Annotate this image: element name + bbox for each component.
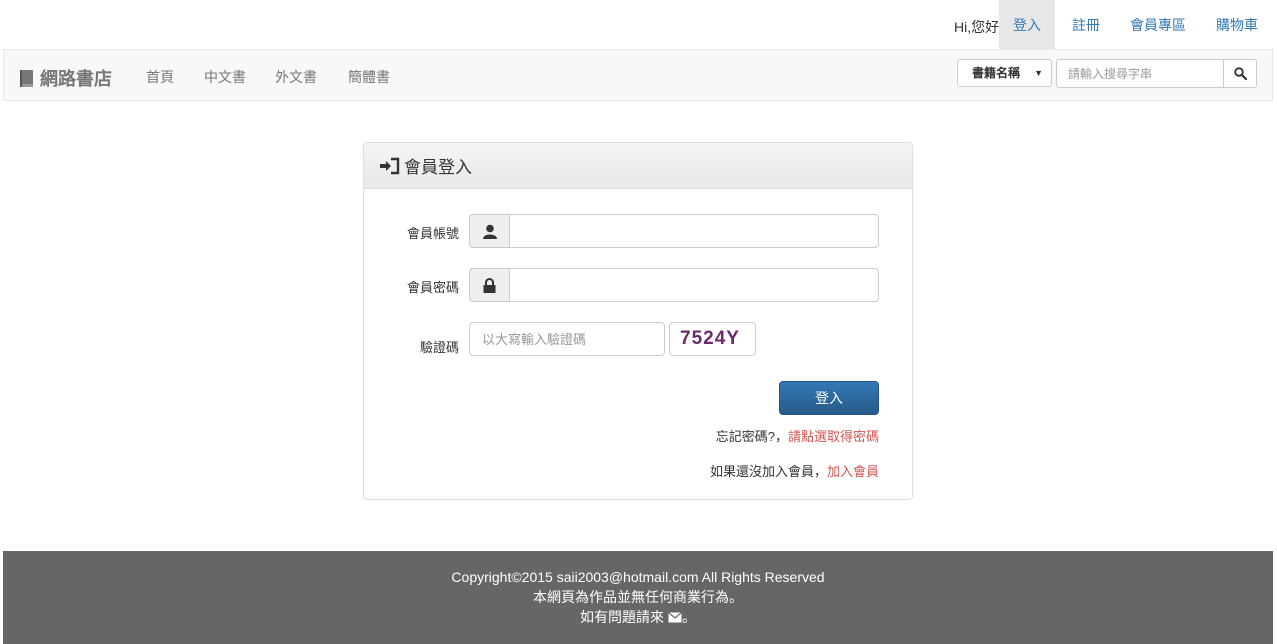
footer-contact: 如有問題請來 。	[3, 607, 1273, 627]
forgot-password-line: 忘記密碼?，請點選取得密碼	[716, 426, 879, 445]
main-navbar: 網路書店 首頁 中文書 外文書 簡體書 書籍名稱 ▼	[3, 49, 1273, 101]
join-member-line: 如果還沒加入會員，加入會員	[710, 461, 879, 480]
brand[interactable]: 網路書店	[20, 65, 112, 91]
footer-copyright: Copyright©2015 saii2003@hotmail.com All …	[451, 569, 825, 585]
password-input-group	[469, 268, 879, 302]
password-label: 會員密碼	[406, 280, 459, 295]
top-link-register[interactable]: 註冊	[1072, 0, 1100, 49]
password-addon	[469, 268, 509, 302]
search-input[interactable]	[1056, 59, 1224, 88]
nav-item-foreign-books[interactable]: 外文書	[275, 67, 317, 87]
join-member-link[interactable]: 加入會員	[827, 464, 879, 479]
password-field[interactable]	[509, 268, 879, 302]
join-member-text: 如果還沒加入會員，	[709, 464, 827, 479]
forgot-password-link[interactable]: 請點選取得密碼	[788, 429, 879, 444]
captcha-code: 7524Y	[680, 328, 740, 349]
envelope-icon[interactable]	[668, 612, 682, 623]
top-link-member-area[interactable]: 會員專區	[1130, 0, 1186, 49]
login-panel-title: 會員登入	[404, 158, 472, 177]
captcha-input[interactable]	[469, 322, 665, 356]
account-input-group	[469, 214, 879, 248]
login-button[interactable]: 登入	[779, 381, 879, 415]
book-icon	[20, 69, 33, 87]
lock-icon	[483, 277, 496, 293]
nav-item-home[interactable]: 首頁	[146, 67, 174, 87]
footer-contact-end: 。	[681, 609, 696, 625]
captcha-image[interactable]: 7524Y	[669, 322, 756, 356]
caret-down-icon: ▼	[1034, 68, 1043, 78]
nav-item-chinese-books[interactable]: 中文書	[204, 67, 246, 87]
search-button[interactable]	[1223, 59, 1257, 88]
login-panel-heading: 會員登入	[364, 143, 912, 189]
brand-name: 網路書店	[40, 69, 112, 89]
login-panel: 會員登入 會員帳號 會員密碼 驗證碼 7524Y 登入 忘記密碼?，請點選取得密…	[363, 142, 913, 500]
account-label: 會員帳號	[406, 226, 459, 241]
user-icon	[482, 224, 497, 239]
greeting-text: Hi,您好	[954, 19, 1000, 35]
search-category-select[interactable]: 書籍名稱 ▼	[957, 59, 1052, 87]
forgot-password-text: 忘記密碼?，	[715, 429, 788, 444]
footer-disclaimer: 本網頁為作品並無任何商業行為。	[533, 589, 743, 605]
top-link-login[interactable]: 登入	[999, 0, 1055, 49]
top-link-cart[interactable]: 購物車	[1216, 0, 1258, 49]
nav-item-simplified-books[interactable]: 簡體書	[348, 67, 390, 87]
sign-in-icon	[380, 157, 400, 174]
search-icon	[1233, 67, 1247, 80]
account-addon	[469, 214, 509, 248]
captcha-label: 驗證碼	[419, 340, 459, 355]
footer-contact-text: 如有問題請來	[580, 609, 665, 625]
top-bar: Hi,您好 登入 註冊 會員專區 購物車	[0, 0, 1277, 49]
search-category-value: 書籍名稱	[972, 66, 1021, 80]
account-field[interactable]	[509, 214, 879, 248]
footer: Copyright©2015 saii2003@hotmail.com All …	[3, 551, 1273, 644]
